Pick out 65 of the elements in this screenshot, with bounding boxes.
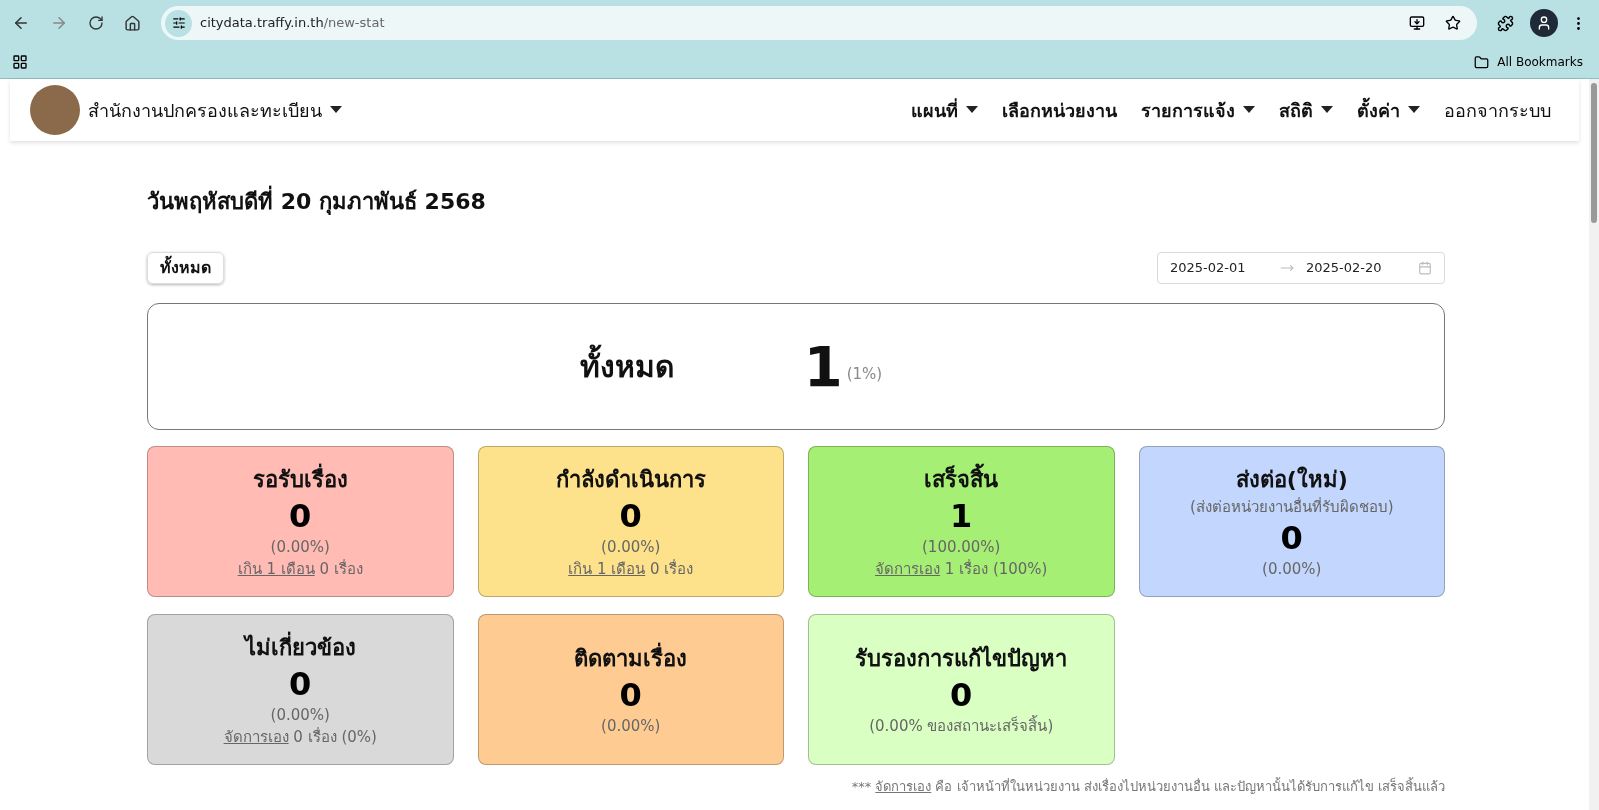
- back-icon[interactable]: [12, 14, 30, 32]
- card-value: 0: [619, 495, 642, 536]
- card-title: ติดตามเรื่อง: [574, 641, 688, 675]
- total-percent: (1%): [846, 364, 883, 386]
- card-percent: (0.00%): [1262, 559, 1322, 580]
- all-bookmarks-button[interactable]: All Bookmarks: [1474, 53, 1583, 71]
- nav-item[interactable]: รายการแจ้ง: [1141, 96, 1255, 124]
- card-title: ไม่เกี่ยวข้อง: [244, 630, 356, 664]
- nav-item[interactable]: สถิติ: [1279, 96, 1333, 124]
- footnote-prefix: ***: [851, 778, 873, 796]
- card-title: เสร็จสิ้น: [924, 462, 999, 496]
- url-host: citydata.traffy.in.th: [200, 14, 324, 33]
- folder-icon: [1474, 54, 1490, 70]
- profile-icon[interactable]: [1536, 15, 1552, 31]
- card-title: ส่งต่อ(ใหม่): [1235, 465, 1348, 494]
- card-percent: (0.00%): [601, 715, 661, 737]
- card-value: 0: [619, 674, 642, 715]
- footnote-text: คือ เจ้าหน้าที่ในหน่วยงาน ส่งเรื่องไปหน่วยงานอื่น และปัญหานั้นได้รับการแก้ไข เสร็จสิ้นแล้ว: [934, 777, 1445, 796]
- card-value: 0: [950, 674, 973, 715]
- bookmark-star-icon[interactable]: [1445, 15, 1461, 31]
- card-percent: (0.00%): [270, 536, 330, 558]
- nav-item[interactable]: ตั้งค่า: [1357, 96, 1420, 124]
- apps-icon[interactable]: [12, 54, 28, 70]
- card-percent: (0.00% ของสถานะเสร็จสิ้น): [869, 714, 1054, 737]
- date-range-field[interactable]: 2025-02-01 2025-02-20: [1157, 252, 1445, 284]
- card-value: 0: [289, 495, 312, 536]
- card-note: 0 เรื่อง: [318, 558, 363, 580]
- url-path: /new-stat: [323, 14, 385, 33]
- card-note: 1 เรื่อง (100%): [943, 558, 1048, 580]
- site-settings-icon[interactable]: [171, 16, 186, 30]
- card-percent: (0.00%): [601, 536, 661, 558]
- nav-item[interactable]: ออกจากระบบ: [1444, 96, 1551, 124]
- card-title: กำลังดำเนินการ: [555, 465, 706, 494]
- card-value: 0: [1280, 518, 1303, 558]
- card-value: 1: [950, 495, 973, 536]
- all-filter-button[interactable]: ทั้งหมด: [147, 252, 224, 284]
- card-title: รอรับเรื่อง: [252, 462, 348, 496]
- card-subtitle: (ส่งต่อหน่วยงานอื่นที่รับผิดชอบ): [1189, 496, 1394, 518]
- caret-icon: [330, 106, 342, 114]
- org-dropdown[interactable]: สำนักงานปกครองและทะเบียน: [88, 96, 342, 124]
- end-date: 2025-02-20: [1306, 259, 1383, 278]
- extensions-icon[interactable]: [1497, 14, 1514, 32]
- card-percent: (0.00%): [270, 704, 330, 726]
- handled-link[interactable]: เกิน 1 เดือน: [568, 558, 646, 581]
- reload-icon[interactable]: [88, 15, 104, 31]
- address-bar[interactable]: citydata.traffy.in.th/new-stat: [161, 6, 1477, 40]
- date-heading: วันพฤหัสบดีที่ 20 กุมภาพันธ์ 2568: [147, 185, 1445, 218]
- handled-link[interactable]: จัดการเอง: [875, 777, 932, 797]
- card-note: 0 เรื่อง (0%): [292, 726, 377, 748]
- start-date: 2025-02-01: [1170, 259, 1247, 278]
- total-value: 1: [803, 332, 843, 401]
- home-icon[interactable]: [124, 14, 141, 32]
- calendar-icon: [1418, 261, 1432, 275]
- card-value: 0: [289, 663, 312, 704]
- card-note: 0 เรื่อง: [649, 558, 694, 580]
- nav-item[interactable]: เลือกหน่วยงาน: [1002, 96, 1117, 124]
- total-label: ทั้งหมด: [579, 344, 674, 389]
- card-percent: (100.00%): [922, 536, 1001, 558]
- card-title: รับรองการแก้ไขปัญหา: [855, 644, 1068, 674]
- handled-link[interactable]: จัดการเอง: [875, 558, 941, 581]
- install-icon[interactable]: [1409, 15, 1425, 31]
- handled-link[interactable]: จัดการเอง: [223, 726, 289, 749]
- handled-link[interactable]: เกิน 1 เดือน: [237, 558, 315, 581]
- nav-item[interactable]: แผนที่: [911, 96, 978, 124]
- org-photo-placeholder: [30, 85, 80, 135]
